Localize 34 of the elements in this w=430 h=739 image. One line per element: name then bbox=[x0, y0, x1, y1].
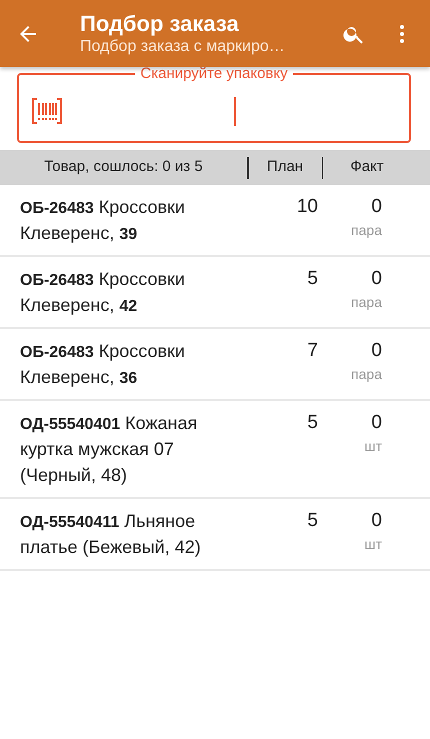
more-icon bbox=[400, 24, 404, 42]
app-title: Подбор заказа bbox=[80, 10, 240, 36]
unit-label: пара bbox=[350, 365, 382, 384]
unit-label: пара bbox=[350, 293, 382, 312]
item-name: ОБ-26483 Кроссовки Клеверенс, 36 bbox=[20, 340, 186, 389]
text-cursor bbox=[234, 96, 236, 126]
field-label: Сканируйте упаковку bbox=[139, 65, 289, 83]
item-name: ОД-55540411 Льняное платье (Бежевый, 42) bbox=[20, 510, 202, 559]
item-name: ОД-55540401 Кожаная куртка мужская 07 (Черный, 48) bbox=[20, 412, 198, 487]
plan-quantity: 5 bbox=[306, 509, 318, 533]
fact-quantity: 0 bbox=[370, 195, 382, 219]
unit-label: шт bbox=[363, 437, 382, 456]
column-header: Товар, сошлось: 0 из 5 bbox=[43, 157, 204, 178]
item-row[interactable]: ОБ-26483 Кроссовки Клеверенс, 42 5 0 пара bbox=[0, 257, 430, 329]
item-row[interactable]: ОД-55540411 Льняное платье (Бежевый, 42) 5 0 шт bbox=[0, 499, 430, 571]
plan-quantity: 10 bbox=[296, 195, 318, 219]
item-row[interactable]: ОД-55540401 Кожаная куртка мужская 07 (Черный, 48) 5 0 шт bbox=[0, 401, 430, 499]
fact-quantity: 0 bbox=[370, 267, 382, 291]
fact-quantity: 0 bbox=[370, 411, 382, 435]
app-subtitle: Подбор заказа с маркиро… bbox=[80, 36, 286, 56]
barcode-icon bbox=[32, 98, 62, 124]
unit-label: пара bbox=[350, 221, 382, 240]
item-name: ОБ-26483 Кроссовки Клеверенс, 42 bbox=[20, 268, 186, 317]
item-row[interactable]: ОБ-26483 Кроссовки Клеверенс, 36 7 0 пара bbox=[0, 329, 430, 401]
plan-quantity: 5 bbox=[306, 411, 318, 435]
fact-quantity: 0 bbox=[370, 339, 382, 363]
item-name: ОБ-26483 Кроссовки Клеверенс, 39 bbox=[20, 196, 186, 245]
fact-quantity: 0 bbox=[370, 509, 382, 533]
plan-quantity: 5 bbox=[306, 267, 318, 291]
unit-label: шт bbox=[363, 535, 382, 554]
item-row[interactable]: ОБ-26483 Кроссовки Клеверенс, 39 10 0 пара bbox=[0, 185, 430, 257]
plan-quantity: 7 bbox=[306, 339, 318, 363]
column-header: Факт bbox=[349, 157, 385, 178]
column-header: План bbox=[266, 157, 304, 178]
